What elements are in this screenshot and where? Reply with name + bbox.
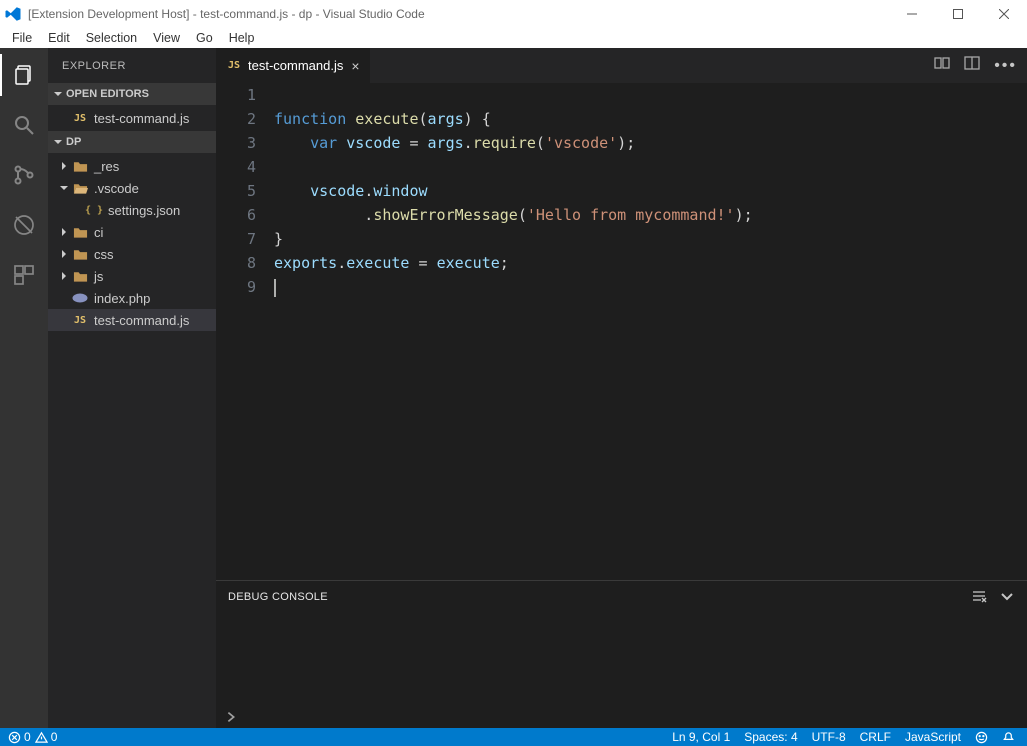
js-icon: JS <box>72 312 88 328</box>
clear-console-icon[interactable] <box>971 588 987 607</box>
menu-selection[interactable]: Selection <box>78 29 145 47</box>
overview-ruler <box>1013 83 1027 580</box>
twisty-expanded-icon <box>52 88 64 100</box>
file-test-command[interactable]: JS test-command.js <box>48 309 216 331</box>
maximize-button[interactable] <box>935 0 981 28</box>
tab-test-command-js[interactable]: JS test-command.js × <box>216 48 371 83</box>
tab-close-icon[interactable]: × <box>351 59 359 73</box>
folder-icon <box>72 268 88 284</box>
compare-changes-icon[interactable] <box>934 55 950 76</box>
folder-js[interactable]: js <box>48 265 216 287</box>
twisty-none <box>58 314 70 326</box>
section-open-editors[interactable]: OPEN EDITORS <box>48 83 216 105</box>
sidebar: EXPLORER OPEN EDITORS JStest-command.js … <box>48 48 216 728</box>
js-icon: JS <box>226 58 242 74</box>
panel-collapse-icon[interactable] <box>999 588 1015 607</box>
breadcrumb-bar[interactable] <box>216 706 1027 728</box>
activity-debug[interactable] <box>0 204 48 246</box>
twisty-collapsed-icon <box>58 226 70 238</box>
activity-search[interactable] <box>0 104 48 146</box>
close-button[interactable] <box>981 0 1027 28</box>
titlebar: [Extension Development Host] - test-comm… <box>0 0 1027 28</box>
twisty-expanded-icon <box>52 136 64 148</box>
file-settings[interactable]: { } settings.json <box>48 199 216 221</box>
activity-scm[interactable] <box>0 154 48 196</box>
file-label: css <box>94 247 114 262</box>
more-actions-icon[interactable]: ••• <box>994 57 1017 75</box>
folder-vscode[interactable]: .vscode <box>48 177 216 199</box>
panel-title[interactable]: DEBUG CONSOLE <box>228 591 328 603</box>
tab-label: test-command.js <box>248 58 343 73</box>
menu-edit[interactable]: Edit <box>40 29 78 47</box>
code-editor[interactable]: 123456789 function execute(args) { var v… <box>216 83 1027 580</box>
status-warnings[interactable]: 0 <box>35 730 58 744</box>
folder-icon <box>72 158 88 174</box>
file-label: js <box>94 269 103 284</box>
folder-ci[interactable]: ci <box>48 221 216 243</box>
section-workspace[interactable]: DP <box>48 131 216 153</box>
tabbar: JS test-command.js × ••• <box>216 48 1027 83</box>
folder-open-icon <box>72 180 88 196</box>
file-label: test-command.js <box>94 111 189 126</box>
menu-view[interactable]: View <box>145 29 188 47</box>
twisty-collapsed-icon <box>58 248 70 260</box>
twisty-none <box>72 204 84 216</box>
file-label: index.php <box>94 291 150 306</box>
folder-css[interactable]: css <box>48 243 216 265</box>
sidebar-title: EXPLORER <box>48 48 216 83</box>
status-eol[interactable]: CRLF <box>860 730 891 744</box>
activity-extensions[interactable] <box>0 254 48 296</box>
vs-logo-icon <box>4 5 22 23</box>
status-feedback-icon[interactable] <box>975 731 988 744</box>
status-notifications-icon[interactable] <box>1002 731 1015 744</box>
json-icon: { } <box>86 202 102 218</box>
open-editor-item[interactable]: JS test-command.js <box>48 107 216 129</box>
file-label: settings.json <box>108 203 180 218</box>
folder-icon <box>72 246 88 262</box>
twisty-collapsed-icon <box>58 160 70 172</box>
debug-console-body[interactable] <box>216 613 1027 706</box>
menu-file[interactable]: File <box>4 29 40 47</box>
panel: DEBUG CONSOLE <box>216 580 1027 728</box>
minimize-button[interactable] <box>889 0 935 28</box>
file-label: test-command.js <box>94 313 189 328</box>
status-spaces[interactable]: Spaces: 4 <box>744 730 797 744</box>
status-language[interactable]: JavaScript <box>905 730 961 744</box>
twisty-expanded-icon <box>58 182 70 194</box>
file-label: .vscode <box>94 181 139 196</box>
folder-res[interactable]: _res <box>48 155 216 177</box>
file-index[interactable]: index.php <box>48 287 216 309</box>
file-label: _res <box>94 159 119 174</box>
menu-go[interactable]: Go <box>188 29 221 47</box>
section-label: DP <box>66 136 81 148</box>
status-errors[interactable]: 0 <box>8 730 31 744</box>
split-editor-icon[interactable] <box>964 55 980 76</box>
menu-help[interactable]: Help <box>221 29 263 47</box>
twisty-none <box>58 292 70 304</box>
folder-icon <box>72 224 88 240</box>
twisty-collapsed-icon <box>58 270 70 282</box>
statusbar: 0 0 Ln 9, Col 1 Spaces: 4 UTF-8 CRLF Jav… <box>0 728 1027 746</box>
section-label: OPEN EDITORS <box>66 88 149 100</box>
php-icon <box>72 290 88 306</box>
editor-area: JS test-command.js × ••• 123456789 functio… <box>216 48 1027 728</box>
window-title: [Extension Development Host] - test-comm… <box>28 7 889 21</box>
file-label: ci <box>94 225 103 240</box>
activity-explorer[interactable] <box>0 54 48 96</box>
menubar: FileEditSelectionViewGoHelp <box>0 28 1027 48</box>
activitybar <box>0 48 48 728</box>
js-icon: JS <box>72 110 88 126</box>
status-cursor[interactable]: Ln 9, Col 1 <box>672 730 730 744</box>
workbench: EXPLORER OPEN EDITORS JStest-command.js … <box>0 48 1027 728</box>
status-encoding[interactable]: UTF-8 <box>812 730 846 744</box>
